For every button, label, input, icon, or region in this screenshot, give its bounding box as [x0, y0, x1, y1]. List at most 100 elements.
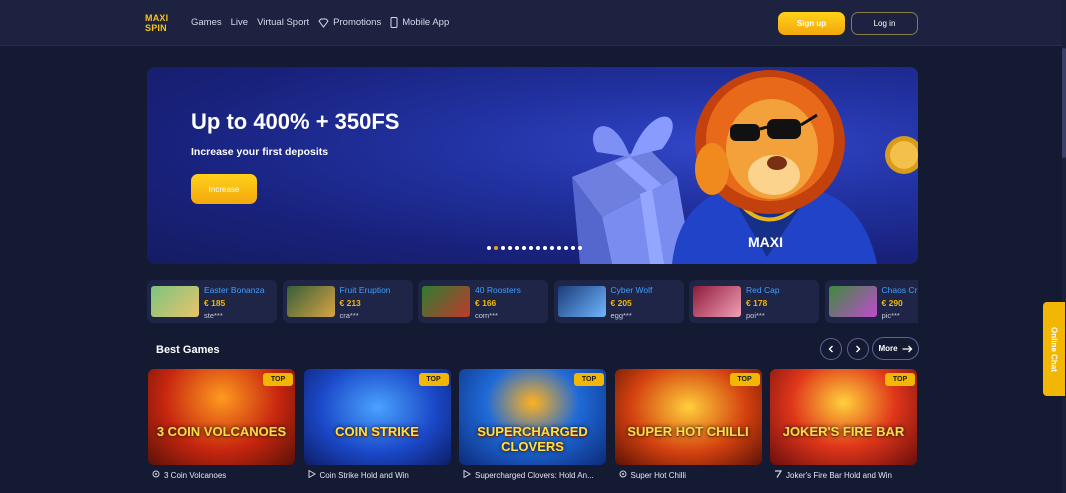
carousel-dot[interactable]	[494, 246, 498, 250]
game-label[interactable]: Coin Strike Hold and Win	[308, 470, 451, 480]
next-arrow-button[interactable]	[847, 338, 869, 360]
game-card[interactable]: COIN STRIKE TOP Coin Strike Hold and Win	[303, 369, 451, 487]
top-header: MAXI SPIN Games Live Virtual Sport Promo…	[0, 0, 1066, 46]
game-thumbnail[interactable]: 3 COIN VOLCANOES TOP	[148, 369, 295, 465]
carousel-dot[interactable]	[578, 246, 582, 250]
winner-card[interactable]: Red Cap € 178 poi***	[689, 280, 819, 323]
winner-game-name[interactable]: Red Cap	[746, 285, 780, 295]
game-name: Coin Strike Hold and Win	[319, 470, 409, 480]
winner-card[interactable]: 40 Roosters € 166 com***	[418, 280, 548, 323]
carousel-dot[interactable]	[522, 246, 526, 250]
winner-game-name[interactable]: Chaos Cr	[882, 285, 918, 295]
carousel-dots	[487, 246, 582, 250]
spiral-provider-icon	[152, 470, 160, 480]
game-thumbnail[interactable]: JOKER'S FIRE BAR TOP	[770, 369, 917, 465]
winner-user: egg***	[610, 311, 632, 320]
carousel-dot[interactable]	[529, 246, 533, 250]
top-badge: TOP	[729, 373, 760, 386]
winner-game-name[interactable]: 40 Roosters	[475, 285, 521, 295]
carousel-dot[interactable]	[487, 246, 491, 250]
nav-live[interactable]: Live	[231, 17, 248, 28]
best-games-title: Best Games	[156, 344, 220, 356]
logo-line-1: MAXI	[145, 13, 169, 23]
game-tile-title: JOKER'S FIRE BAR	[782, 424, 905, 439]
game-card[interactable]: JOKER'S FIRE BAR TOP Joker's Fire Bar Hold…	[770, 369, 917, 487]
winner-user: pic***	[881, 311, 900, 320]
game-thumbnail[interactable]: SUPERCHARGED CLOVERS TOP	[459, 369, 606, 465]
winner-game-name[interactable]: Fruit Eruption	[340, 285, 391, 295]
winner-card[interactable]: Chaos Cr € 290 pic***	[824, 280, 918, 323]
prev-arrow-button[interactable]	[820, 338, 842, 360]
carousel-dot[interactable]	[557, 246, 561, 250]
winner-card[interactable]: Cyber Wolf € 205 egg***	[553, 280, 684, 323]
carousel-dot[interactable]	[571, 246, 575, 250]
play-provider-icon	[308, 470, 316, 480]
banner-subtitle: Increase your first deposits	[191, 146, 329, 158]
nav-virtual-sport[interactable]: Virtual Sport	[257, 17, 309, 28]
nav-games[interactable]: Games	[191, 17, 222, 28]
carousel-dot[interactable]	[501, 246, 505, 250]
game-name: Super Hot Chilli	[630, 470, 687, 480]
gift-box-icon	[572, 116, 692, 264]
carousel-dot[interactable]	[550, 246, 554, 250]
nav-promotions-label: Promotions	[333, 17, 382, 28]
winner-game-name[interactable]: Easter Bonanza	[204, 285, 264, 295]
winner-card[interactable]: Fruit Eruption € 213 cra***	[282, 280, 413, 323]
main-nav: Games Live Virtual Sport Promotions Mobi…	[191, 17, 458, 28]
top-badge: TOP	[418, 373, 449, 386]
banner-title: Up to 400% + 350FS	[191, 109, 400, 134]
top-badge: TOP	[263, 373, 293, 386]
game-card[interactable]: SUPERCHARGED CLOVERS TOP Supercharged Clov…	[459, 369, 606, 487]
winner-game-thumbnail	[693, 286, 741, 317]
winner-game-name[interactable]: Cyber Wolf	[611, 285, 653, 295]
game-name: 3 Coin Volcanoes	[164, 470, 227, 480]
winner-user: poi***	[746, 311, 765, 320]
more-button[interactable]: More	[872, 337, 919, 360]
game-thumbnail[interactable]: COIN STRIKE TOP	[303, 369, 451, 465]
play-provider-icon	[463, 470, 471, 480]
game-label[interactable]: Super Hot Chilli	[619, 470, 762, 480]
carousel-dot[interactable]	[508, 246, 512, 250]
nav-live-label: Live	[230, 17, 249, 28]
increase-button[interactable]: Increase	[191, 174, 257, 204]
carousel-dot[interactable]	[543, 246, 547, 250]
spiral-provider-icon	[619, 470, 627, 480]
diamond-icon	[318, 18, 329, 28]
game-tile-title: 3 COIN VOLCANOES	[156, 424, 287, 439]
carousel-dot[interactable]	[515, 246, 519, 250]
carousel-dot[interactable]	[564, 246, 568, 250]
recent-winners-strip: Easter Bonanza € 185 ste*** Fruit Eruption €…	[147, 280, 918, 323]
game-name: Supercharged Clovers: Hold An...	[475, 470, 594, 480]
nav-mobile-app[interactable]: Mobile App	[390, 17, 449, 28]
winner-game-thumbnail	[557, 286, 606, 317]
winner-amount: € 205	[610, 298, 632, 308]
game-tile-title: COIN STRIKE	[335, 424, 419, 439]
game-label[interactable]: 3 Coin Volcanoes	[152, 470, 295, 480]
chevron-right-icon	[856, 345, 861, 353]
scrollbar-thumb[interactable]	[1062, 48, 1066, 158]
winner-amount: € 185	[204, 298, 226, 308]
game-label[interactable]: Supercharged Clovers: Hold An...	[463, 470, 606, 480]
carousel-dot[interactable]	[536, 246, 540, 250]
winner-user: cra***	[339, 311, 359, 320]
game-card[interactable]: 3 COIN VOLCANOES TOP 3 Coin Volcanoes	[148, 369, 295, 487]
winner-amount: € 178	[746, 298, 768, 308]
promo-banner[interactable]: MAXI Up to 400% + 350FS Increase your fi…	[147, 67, 918, 264]
online-chat-tab[interactable]: Online Chat	[1043, 302, 1065, 396]
winner-game-thumbnail	[828, 286, 877, 317]
log-in-button[interactable]: Log in	[851, 12, 918, 35]
lion-mascot-illustration: MAXI	[572, 70, 918, 264]
lion-badge-text: MAXI	[748, 234, 783, 250]
nav-promotions[interactable]: Promotions	[318, 17, 381, 28]
maxispin-logo[interactable]: MAXI SPIN	[145, 13, 175, 35]
nav-mobile-app-label: Mobile App	[402, 17, 450, 28]
game-tile-title: SUPERCHARGED CLOVERS	[477, 424, 588, 454]
arrow-right-icon	[902, 345, 912, 352]
sign-up-button[interactable]: Sign up	[778, 12, 845, 35]
game-thumbnail[interactable]: SUPER HOT CHILLI TOP	[614, 369, 762, 465]
winner-game-thumbnail	[422, 286, 470, 317]
game-label[interactable]: Joker's Fire Bar Hold and Win	[774, 470, 917, 480]
winner-card[interactable]: Easter Bonanza € 185 ste***	[147, 280, 277, 323]
winner-user: com***	[475, 311, 498, 320]
game-card[interactable]: SUPER HOT CHILLI TOP Super Hot Chilli	[614, 369, 762, 487]
